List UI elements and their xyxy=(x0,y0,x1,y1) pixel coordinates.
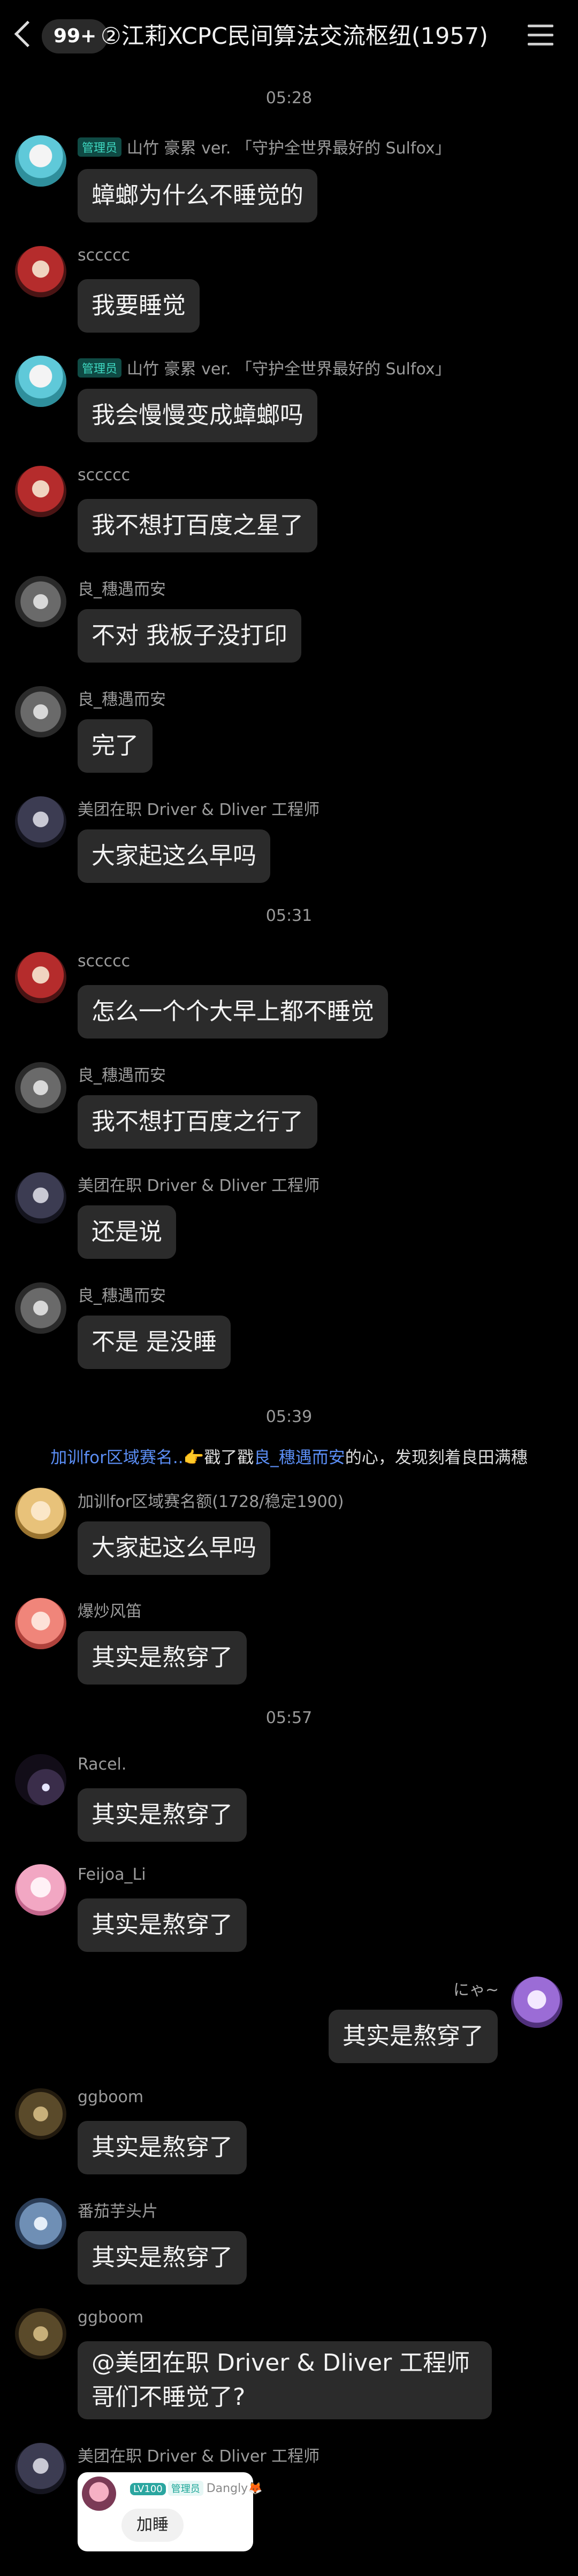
sender-name[interactable]: 管理员 山竹 豪累 ver. 「守护全世界最好的 Sulfox」 xyxy=(78,356,451,379)
avatar[interactable] xyxy=(15,356,66,407)
message-bubble[interactable]: 我会慢慢变成蟑螂吗 xyxy=(78,389,317,442)
message-bubble[interactable]: 我要睡觉 xyxy=(78,279,200,333)
sender-name[interactable]: sccccc xyxy=(78,246,130,265)
sender-name[interactable]: sccccc xyxy=(78,952,130,971)
message-bubble[interactable]: 还是说 xyxy=(78,1205,176,1259)
card-action-button[interactable]: 加睡 xyxy=(121,2509,184,2542)
message-bubble[interactable]: 其实是熬穿了 xyxy=(78,2231,247,2285)
admin-badge: 管理员 xyxy=(168,2481,203,2496)
fox-icon: 🦊 xyxy=(248,2482,263,2495)
group-title: ②江莉XCPC民间算法交流枢纽(1957) xyxy=(101,23,488,50)
sender-name[interactable]: Racel. xyxy=(78,1755,126,1774)
sender-name[interactable]: 爆炒风笛 xyxy=(78,1598,142,1621)
self-name: にゃ~ xyxy=(453,1981,499,2000)
card-user-name: Dangly xyxy=(206,2482,248,2495)
sender-name[interactable]: ggboom xyxy=(78,2308,143,2327)
notice-text: 戳了戳 xyxy=(204,1448,254,1467)
admin-badge: 管理员 xyxy=(78,137,122,157)
avatar[interactable] xyxy=(15,2088,66,2140)
sender-name[interactable]: 良_穗遇而安 xyxy=(78,686,166,710)
message-bubble[interactable]: 其实是熬穿了 xyxy=(78,2121,247,2174)
avatar[interactable] xyxy=(15,1282,66,1334)
avatar[interactable] xyxy=(15,2198,66,2249)
sender-name[interactable]: 美团在职 Driver & Dliver 工程师 xyxy=(78,1172,320,1196)
avatar[interactable] xyxy=(15,1172,66,1224)
poke-notice: 加训for区域赛名..👉戳了戳良_穗遇而安的心，发现刻着良田满穗 xyxy=(0,1444,578,1468)
chat-header: 99+ ②江莉XCPC民间算法交流枢纽(1957) xyxy=(0,0,578,75)
message-bubble[interactable]: 大家起这么早吗 xyxy=(78,1521,270,1575)
message-bubble[interactable]: 蟑螂为什么不睡觉的 xyxy=(78,169,317,222)
card-avatar xyxy=(82,2477,116,2511)
avatar[interactable] xyxy=(15,2443,66,2494)
level-badge: LV100 xyxy=(130,2483,166,2495)
avatar[interactable] xyxy=(15,1598,66,1649)
avatar[interactable] xyxy=(15,952,66,1003)
admin-badge: 管理员 xyxy=(78,358,122,378)
avatar[interactable] xyxy=(15,686,66,737)
avatar[interactable] xyxy=(15,1754,66,1805)
avatar[interactable] xyxy=(15,796,66,848)
sender-name[interactable]: 管理员 山竹 豪累 ver. 「守护全世界最好的 Sulfox」 xyxy=(78,135,451,158)
sender-name[interactable]: 美团在职 Driver & Dliver 工程师 xyxy=(78,2443,320,2466)
avatar[interactable] xyxy=(15,135,66,187)
notice-actor[interactable]: 加训for区域赛名.. xyxy=(50,1448,183,1467)
message-bubble[interactable]: 不对 我板子没打印 xyxy=(78,609,301,663)
self-avatar[interactable] xyxy=(511,1977,562,2028)
sender-name[interactable]: Feijoa_Li xyxy=(78,1865,146,1884)
message-bubble[interactable]: 其实是熬穿了 xyxy=(78,1788,247,1842)
message-bubble[interactable]: 我不想打百度之行了 xyxy=(78,1095,317,1149)
sender-name[interactable]: sccccc xyxy=(78,466,130,485)
timestamp: 05:31 xyxy=(265,906,313,925)
back-chevron-icon[interactable] xyxy=(14,20,41,48)
timestamp: 05:57 xyxy=(265,1709,313,1727)
sender-name[interactable]: 美团在职 Driver & Dliver 工程师 xyxy=(78,796,320,820)
menu-icon[interactable] xyxy=(528,25,553,46)
sender-name[interactable]: 良_穗遇而安 xyxy=(78,1062,166,1086)
sender-name-text: 山竹 豪累 ver. 「守护全世界最好的 Sulfox」 xyxy=(127,139,451,158)
sender-name-text: 山竹 豪累 ver. 「守护全世界最好的 Sulfox」 xyxy=(127,360,451,379)
timestamp: 05:39 xyxy=(265,1408,313,1426)
message-bubble[interactable]: 其实是熬穿了 xyxy=(78,1898,247,1952)
message-bubble[interactable]: 其实是熬穿了 xyxy=(78,1631,247,1685)
card-user-line: LV100 管理员 Dangly🦊 xyxy=(130,2481,263,2496)
avatar[interactable] xyxy=(15,1488,66,1539)
avatar[interactable] xyxy=(15,1864,66,1916)
timestamp: 05:28 xyxy=(265,89,313,107)
message-bubble[interactable]: 怎么一个个大早上都不睡觉 xyxy=(78,985,388,1039)
avatar[interactable] xyxy=(15,1062,66,1113)
message-bubble[interactable]: 不是 是没睡 xyxy=(78,1316,231,1369)
sender-name[interactable]: ggboom xyxy=(78,2088,143,2106)
message-bubble[interactable]: @美团在职 Driver & Dliver 工程师哥们不睡觉了? xyxy=(78,2341,492,2419)
sender-name[interactable]: 良_穗遇而安 xyxy=(78,576,166,599)
self-message-bubble[interactable]: 其实是熬穿了 xyxy=(329,2010,498,2063)
avatar[interactable] xyxy=(15,246,66,297)
avatar[interactable] xyxy=(15,466,66,517)
sender-name[interactable]: 番茄芋头片 xyxy=(78,2198,158,2221)
sender-name[interactable]: 加训for区域赛名额(1728/稳定1900) xyxy=(78,1488,344,1512)
notice-target[interactable]: 良_穗遇而安 xyxy=(254,1448,345,1467)
notice-text: 的心，发现刻着良田满穗 xyxy=(345,1448,528,1467)
poke-hand-icon: 👉 xyxy=(183,1448,204,1467)
avatar[interactable] xyxy=(15,2308,66,2359)
unread-count-badge[interactable]: 99+ xyxy=(42,19,109,53)
avatar[interactable] xyxy=(15,576,66,627)
message-bubble[interactable]: 大家起这么早吗 xyxy=(78,829,270,883)
message-bubble[interactable]: 完了 xyxy=(78,719,153,773)
message-bubble[interactable]: 我不想打百度之星了 xyxy=(78,499,317,552)
sender-name[interactable]: 良_穗遇而安 xyxy=(78,1282,166,1306)
card-message[interactable]: LV100 管理员 Dangly🦊 加睡 xyxy=(78,2472,263,2551)
